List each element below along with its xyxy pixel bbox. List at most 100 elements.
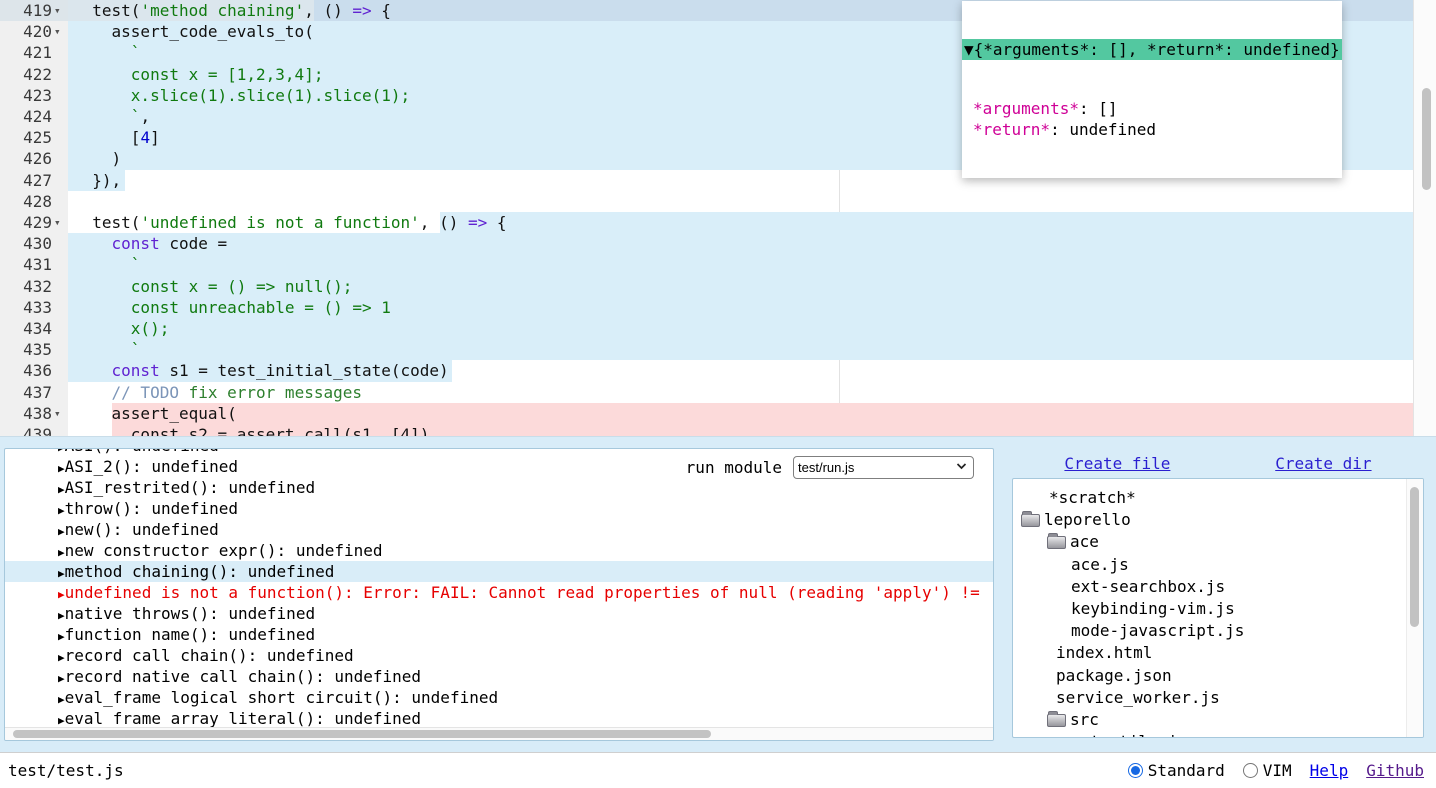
- code-line[interactable]: 428: [0, 191, 1436, 212]
- expand-arrow-icon[interactable]: ▶: [58, 651, 65, 664]
- console-hscrollbar-thumb[interactable]: [13, 730, 711, 738]
- test-result-text: ASI_2(): undefined: [65, 457, 238, 476]
- value-inspector-entry[interactable]: *arguments*: []: [962, 98, 1342, 119]
- test-result-item[interactable]: ▶eval_frame array_literal(): undefined: [5, 708, 994, 729]
- create-dir-link[interactable]: Create dir: [1275, 454, 1371, 473]
- tree-item-file[interactable]: keybinding-vim.js: [1013, 598, 1407, 620]
- tree-item-file[interactable]: ext-searchbox.js: [1013, 576, 1407, 598]
- tree-item-label: ast_utils.js: [1071, 731, 1187, 738]
- tree-item-file[interactable]: service_worker.js: [1013, 687, 1407, 709]
- line-number: 439: [0, 424, 52, 437]
- expand-arrow-icon[interactable]: ▶: [58, 714, 65, 727]
- test-result-item[interactable]: ▶new constructor expr(): undefined: [5, 540, 994, 561]
- code-line[interactable]: 432 const x = () => null();: [0, 276, 1436, 297]
- code-line[interactable]: 437 // TODO fix error messages: [0, 382, 1436, 403]
- tree-item-file[interactable]: ast_utils.js: [1013, 731, 1407, 738]
- expand-arrow-icon[interactable]: ▶: [58, 672, 65, 685]
- code-text: `: [73, 42, 140, 63]
- keybinding-standard-option[interactable]: Standard: [1128, 761, 1225, 780]
- expand-arrow-icon[interactable]: ▶: [58, 609, 65, 622]
- value-inspector-entry[interactable]: *return*: undefined: [962, 119, 1342, 140]
- selection-highlight: [68, 233, 1413, 254]
- tree-item-label: ace.js: [1071, 554, 1129, 576]
- tree-item-file[interactable]: index.html: [1013, 642, 1407, 664]
- test-result-item[interactable]: ▶record call chain(): undefined: [5, 645, 994, 666]
- test-result-item[interactable]: ▶record native call chain(): undefined: [5, 666, 994, 687]
- test-result-text: undefined is not a function(): Error: FA…: [65, 583, 980, 602]
- line-number: 424: [0, 106, 52, 127]
- code-line[interactable]: 436 const s1 = test_initial_state(code): [0, 360, 1436, 381]
- expand-arrow-icon[interactable]: ▶: [58, 693, 65, 706]
- test-result-item[interactable]: ▶eval_frame logical short circuit(): und…: [5, 687, 994, 708]
- code-text: x.slice(1).slice(1).slice(1);: [73, 85, 410, 106]
- file-panel-header: Create file Create dir: [1012, 450, 1424, 476]
- expand-arrow-icon[interactable]: ▶: [58, 448, 65, 454]
- keybinding-vim-option[interactable]: VIM: [1243, 761, 1292, 780]
- vim-radio[interactable]: [1243, 763, 1258, 778]
- test-result-item[interactable]: ▶function name(): undefined: [5, 624, 994, 645]
- line-number: 428: [0, 191, 52, 212]
- code-line[interactable]: 429▾ test('undefined is not a function',…: [0, 212, 1436, 233]
- code-line[interactable]: 433 const unreachable = () => 1: [0, 297, 1436, 318]
- test-result-item[interactable]: ▶ASI_restrited(): undefined: [5, 477, 994, 498]
- create-file-link[interactable]: Create file: [1064, 454, 1170, 473]
- standard-radio[interactable]: [1128, 763, 1143, 778]
- test-result-item[interactable]: ▶native throws(): undefined: [5, 603, 994, 624]
- test-result-text: throw(): undefined: [65, 499, 238, 518]
- tree-item-folder[interactable]: src: [1013, 709, 1407, 731]
- test-result-text: record call chain(): undefined: [65, 646, 354, 665]
- expand-arrow-icon[interactable]: ▶: [58, 630, 65, 643]
- test-result-text: new(): undefined: [65, 520, 219, 539]
- expand-arrow-icon[interactable]: ▶: [58, 483, 65, 496]
- line-number: 421: [0, 42, 52, 63]
- test-result-item[interactable]: ▶ASI(): undefined: [5, 448, 994, 456]
- code-line[interactable]: 439 const s2 = assert_call(s1, [4]): [0, 424, 1436, 437]
- current-file-path: test/test.js: [8, 761, 124, 780]
- tree-item-label: src: [1070, 709, 1099, 731]
- test-result-item[interactable]: ▶method chaining(): undefined: [5, 561, 994, 582]
- expand-arrow-icon[interactable]: ▶: [58, 546, 65, 559]
- tree-item-folder[interactable]: leporello: [1013, 509, 1407, 531]
- code-line[interactable]: 434 x();: [0, 318, 1436, 339]
- code-line[interactable]: 435 `: [0, 339, 1436, 360]
- tree-scrollbar-thumb[interactable]: [1410, 487, 1419, 627]
- github-link[interactable]: Github: [1366, 761, 1424, 780]
- expand-arrow-icon[interactable]: ▶: [58, 525, 65, 538]
- line-number: 438: [0, 403, 52, 424]
- tree-item-label: keybinding-vim.js: [1071, 598, 1235, 620]
- value-inspector-header[interactable]: ▼{*arguments*: [], *return*: undefined}: [962, 39, 1342, 60]
- tree-item-file[interactable]: ace.js: [1013, 554, 1407, 576]
- tree-item-label: package.json: [1056, 665, 1172, 687]
- code-text: const unreachable = () => 1: [73, 297, 391, 318]
- expand-arrow-icon[interactable]: ▶: [58, 504, 65, 517]
- code-line[interactable]: 438▾ assert_equal(: [0, 403, 1436, 424]
- tree-item-file[interactable]: *scratch*: [1013, 487, 1407, 509]
- code-text: [4]: [73, 127, 160, 148]
- tree-item-file[interactable]: mode-javascript.js: [1013, 620, 1407, 642]
- expand-arrow-icon[interactable]: ▶: [58, 588, 65, 601]
- line-number: 425: [0, 127, 52, 148]
- expand-arrow-icon[interactable]: ▶: [58, 462, 65, 475]
- code-text: test('undefined is not a function', () =…: [73, 212, 507, 233]
- vim-radio-label: VIM: [1263, 761, 1292, 780]
- code-line[interactable]: 431 `: [0, 254, 1436, 275]
- code-editor[interactable]: 419▾ test('method chaining', () => {420▾…: [0, 0, 1436, 437]
- line-number: 433: [0, 297, 52, 318]
- fold-arrow-icon[interactable]: ▾: [54, 212, 61, 233]
- test-result-text: native throws(): undefined: [65, 604, 315, 623]
- test-result-item[interactable]: ▶new(): undefined: [5, 519, 994, 540]
- fold-arrow-icon[interactable]: ▾: [54, 403, 61, 424]
- help-link[interactable]: Help: [1310, 761, 1349, 780]
- test-result-item[interactable]: ▶undefined is not a function(): Error: F…: [5, 582, 994, 603]
- test-result-item[interactable]: ▶throw(): undefined: [5, 498, 994, 519]
- fold-arrow-icon[interactable]: ▾: [54, 0, 61, 21]
- code-line[interactable]: 430 const code =: [0, 233, 1436, 254]
- tree-item-folder[interactable]: ace: [1013, 531, 1407, 553]
- tree-item-file[interactable]: package.json: [1013, 665, 1407, 687]
- expand-arrow-icon[interactable]: ▶: [58, 567, 65, 580]
- run-module-select[interactable]: test/run.js: [793, 456, 974, 479]
- editor-scrollbar-thumb[interactable]: [1422, 88, 1431, 190]
- test-result-text: ASI_restrited(): undefined: [65, 478, 315, 497]
- fold-arrow-icon[interactable]: ▾: [54, 21, 61, 42]
- line-number: 422: [0, 64, 52, 85]
